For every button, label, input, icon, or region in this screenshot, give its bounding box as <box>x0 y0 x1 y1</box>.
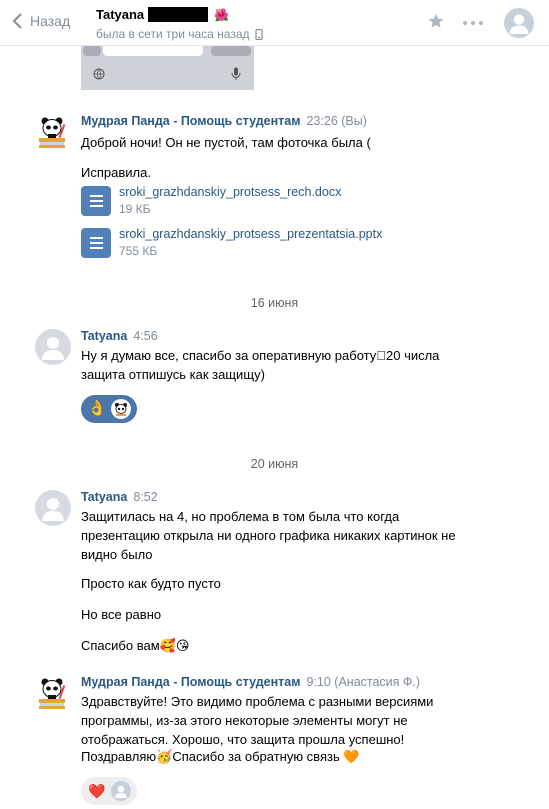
message-text-line: видно было <box>81 547 153 562</box>
flower-emoji-icon: 🌺 <box>214 7 230 22</box>
message-text-line: защита отпишусь как защищу) <box>81 367 265 382</box>
message-time[interactable]: 9:10 (Анастасия Ф.) <box>306 675 420 689</box>
message-time[interactable]: 8:52 <box>133 490 157 504</box>
smiling-hearts-emoji: 🥰 <box>159 638 176 653</box>
user-silhouette-icon <box>42 337 64 360</box>
back-button[interactable]: Назад <box>12 13 70 29</box>
message-text-line: Здравствуйте! Это видимо проблема с разн… <box>81 694 434 709</box>
microphone-icon <box>231 67 241 80</box>
thanks-text: Спасибо вам <box>81 638 160 653</box>
author-name[interactable]: Мудрая Панда - Помощь студентам <box>81 114 300 128</box>
more-icon[interactable] <box>462 20 484 26</box>
user-silhouette-icon <box>42 498 64 521</box>
date-separator: 20 июня <box>250 457 299 471</box>
user-avatar <box>111 781 131 801</box>
message-header: Мудрая Панда - Помощь студентам 23:26 (Вы… <box>81 114 367 128</box>
author-name[interactable]: Tatyana <box>81 490 127 504</box>
document-name[interactable]: sroki_grazhdanskiy_protsess_prezentatsia… <box>119 227 382 241</box>
chevron-left-icon <box>12 13 22 29</box>
phone-icon <box>254 28 263 40</box>
author-name[interactable]: Tatyana <box>81 329 127 343</box>
orange-heart-emoji: 🧡 <box>343 749 360 764</box>
message-header: Tatyana 8:52 <box>81 490 158 504</box>
user-silhouette-icon <box>509 14 529 34</box>
contact-status: была в сети три часа назад <box>96 27 250 41</box>
panda-avatar[interactable] <box>35 675 71 711</box>
heart-emoji: ❤️ <box>88 783 106 799</box>
message-text-line: программы, из-за этого некоторые элемент… <box>81 713 408 728</box>
message-header: Мудрая Панда - Помощь студентам 9:10 (Ана… <box>81 675 420 689</box>
contact-name[interactable]: Tatyana <box>96 7 144 22</box>
document-size: 755 КБ <box>119 244 158 258</box>
message-text-line: Спасибо вам🥰😘 <box>81 636 189 655</box>
congrats-text: Поздравляю <box>81 749 157 764</box>
keyboard-key <box>83 46 101 56</box>
message-text-line: Исправила. <box>81 165 151 180</box>
panda-avatar <box>111 399 131 419</box>
document-size: 19 КБ <box>119 202 151 216</box>
message-time[interactable]: 23:26 (Вы) <box>306 114 366 128</box>
document-name[interactable]: sroki_grazhdanskiy_protsess_rech.docx <box>119 185 341 199</box>
document-icon <box>81 228 111 258</box>
message-text-line: Доброй ночи! Он не пустой, там фоточка б… <box>81 135 371 150</box>
message: Мудрая Панда - Помощь студентам 9:10 (Ана… <box>35 675 515 775</box>
message-time[interactable]: 4:56 <box>133 329 157 343</box>
chat-header: Назад Tatyana 🌺 была в сети три часа наз… <box>0 0 549 46</box>
kiss-emoji: 😘 <box>175 638 190 653</box>
globe-icon <box>93 68 105 80</box>
avatar[interactable] <box>35 490 71 526</box>
message-text-line: Просто как будто пусто <box>81 576 221 591</box>
date-separator: 16 июня <box>250 296 299 310</box>
keyboard-space-key <box>103 46 203 56</box>
redacted-surname <box>148 7 209 22</box>
avatar[interactable] <box>504 8 534 38</box>
thanks-feedback-text: Спасибо за обратную связь <box>172 749 340 764</box>
reaction-badge[interactable]: ❤️ <box>81 777 137 805</box>
panda-icon <box>39 678 66 709</box>
message-text-line: Защитилась на 4, но проблема в том была … <box>81 509 400 524</box>
reaction-badge[interactable]: 👌 <box>81 395 137 423</box>
contact-name-row[interactable]: Tatyana 🌺 <box>96 7 229 22</box>
message-header: Tatyana 4:56 <box>81 329 158 343</box>
back-label: Назад <box>30 13 71 29</box>
avatar[interactable] <box>35 329 71 365</box>
message: Tatyana 8:52 Защитилась на 4, но проблема… <box>35 490 515 660</box>
image-attachment-preview[interactable] <box>81 46 254 90</box>
keyboard-key <box>211 46 251 56</box>
document-icon <box>81 186 111 216</box>
star-icon[interactable] <box>427 12 445 30</box>
message: Мудрая Панда - Помощь студентам 23:26 (Вы… <box>35 114 515 274</box>
ok-hand-emoji: 👌 <box>87 400 107 417</box>
party-face-emoji: 🥳 <box>156 749 173 764</box>
author-name[interactable]: Мудрая Панда - Помощь студентам <box>81 675 300 689</box>
message-text-line: Но все равно <box>81 607 162 622</box>
message-text-line: Поздравляю🥳Спасибо за обратную связь 🧡 <box>81 747 360 766</box>
contact-status-row: была в сети три часа назад <box>96 27 263 41</box>
message-text-line: Ну я думаю все, спасибо за оперативную р… <box>81 348 440 363</box>
message-text-line: презентацию открыла ни одного графика ни… <box>81 528 456 543</box>
panda-icon <box>39 117 66 148</box>
panda-avatar[interactable] <box>35 114 71 150</box>
